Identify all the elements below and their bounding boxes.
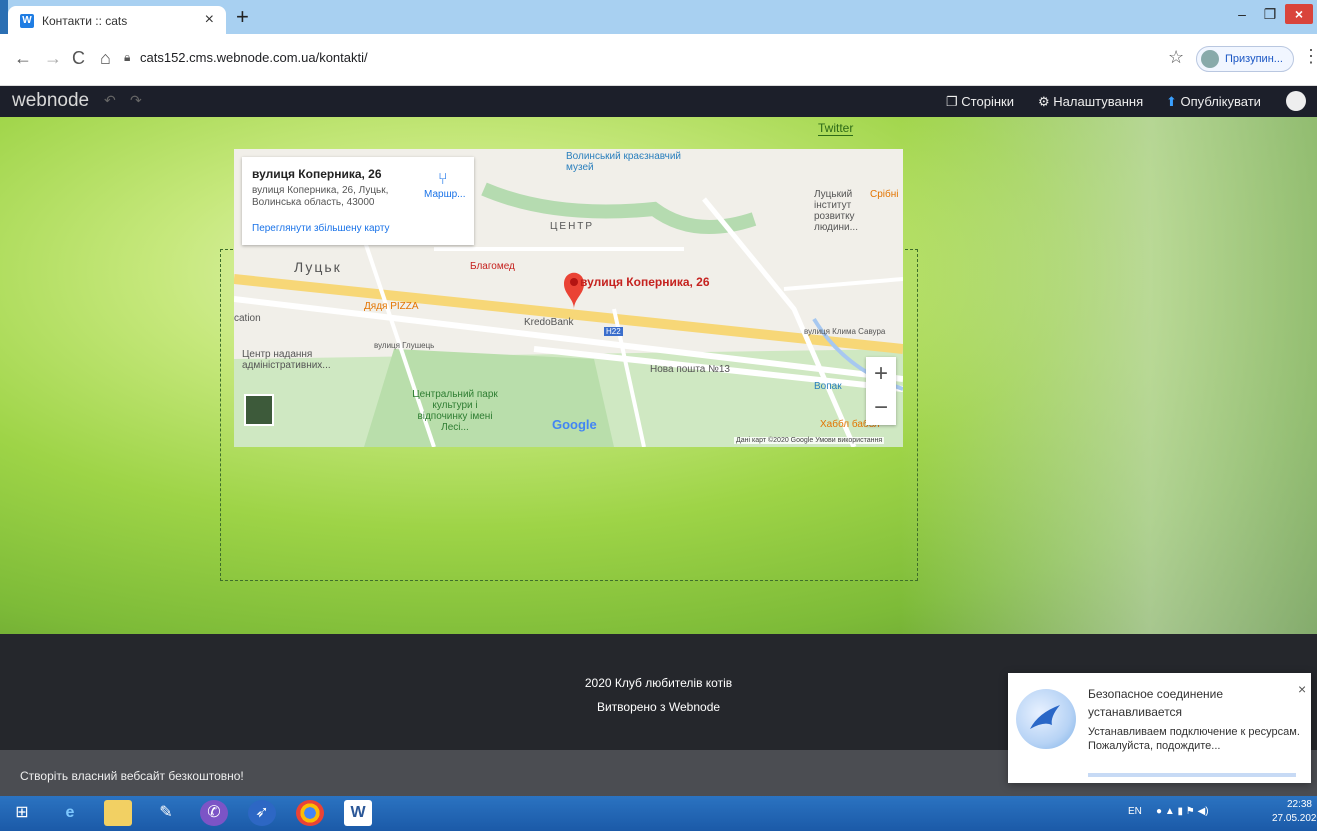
browser-tab[interactable]: W Контакти :: cats × (8, 6, 226, 34)
profile-label: Призупин... (1225, 53, 1283, 65)
gear-icon: ⚙ (1038, 94, 1050, 109)
map-label-park[interactable]: Центральний парк культури і відпочинку і… (410, 389, 500, 433)
notification-title: Безопасное соединение устанавливается (1088, 687, 1224, 719)
language-indicator[interactable]: EN (1128, 806, 1142, 817)
upload-icon: ⬆ (1166, 94, 1177, 109)
system-clock[interactable]: 22:38 27.05.2020 (1272, 798, 1317, 826)
window-minimize-icon[interactable]: – (1229, 4, 1255, 24)
webnode-favicon-icon: W (20, 14, 34, 28)
create-website-link[interactable]: Створіть власний вебсайт безкоштовно! (20, 769, 244, 783)
browser-toolbar: ← → C ⌂ 🔒︎ cats152.cms.webnode.com.ua/ko… (0, 34, 1317, 86)
menu-kebab-icon[interactable]: ⋮ (1302, 46, 1317, 67)
vpn-app-icon (1016, 689, 1076, 749)
map-attribution[interactable]: Дані карт ©2020 Google Умови використанн… (734, 437, 885, 444)
lock-icon[interactable]: 🔒︎ (124, 50, 130, 65)
user-account-icon[interactable] (1286, 91, 1306, 111)
directions-link[interactable]: Маршр... (424, 189, 465, 200)
google-map[interactable]: Волинський краєзнавчий музей ЦЕНТР Луцьк… (234, 149, 903, 447)
tray-icons[interactable]: ● ▲ ▮ ⚑ ◀) (1156, 806, 1209, 817)
map-zoom-control: + − (866, 357, 896, 425)
clock-time: 22:38 (1286, 799, 1312, 810)
webnode-logo[interactable]: webnode (12, 90, 89, 112)
avatar (1201, 50, 1219, 68)
map-label-center: ЦЕНТР (550, 221, 595, 232)
reload-icon[interactable]: C (72, 48, 85, 69)
zoom-in-button[interactable]: + (866, 357, 896, 391)
address-bar[interactable]: cats152.cms.webnode.com.ua/kontakti/ (140, 50, 368, 65)
forward-icon[interactable]: → (44, 48, 62, 69)
notification-progress (1088, 773, 1296, 777)
map-info-card: вулиця Коперника, 26 вулиця Коперника, 2… (242, 157, 474, 245)
view-larger-map-link[interactable]: Переглянути збільшену карту (252, 223, 390, 234)
window-maximize-icon[interactable]: ❐ (1257, 4, 1283, 24)
zoom-out-button[interactable]: − (866, 391, 896, 425)
publish-label: Опублікувати (1180, 94, 1261, 109)
vpn-notification: Безопасное соединение устанавливается Ус… (1008, 673, 1311, 783)
map-label-city: Луцьк (294, 259, 342, 275)
map-label-nova-poshta[interactable]: Нова пошта №13 (650, 364, 730, 375)
settings-label: Налаштування (1053, 94, 1144, 109)
clock-date: 27.05.2020 (1272, 813, 1317, 824)
map-label-museum[interactable]: Волинський краєзнавчий музей (566, 151, 686, 173)
word-icon[interactable]: W (344, 800, 372, 826)
windows-start-icon[interactable]: ⊞ (8, 800, 36, 826)
windows-taskbar: ⊞ e ✎ ✆ ➶ W EN ● ▲ ▮ ⚑ ◀) 22:38 27.05.20… (0, 796, 1317, 831)
home-icon[interactable]: ⌂ (100, 48, 111, 69)
tab-close-icon[interactable]: × (205, 11, 214, 29)
browser-tab-strip: W Контакти :: cats × + – ❐ × (0, 0, 1317, 34)
viber-icon[interactable]: ✆ (200, 800, 228, 826)
map-label-vopak[interactable]: Вопак (814, 381, 842, 392)
map-label-station: cation (234, 313, 261, 324)
back-icon[interactable]: ← (14, 48, 32, 69)
new-tab-icon[interactable]: + (236, 6, 249, 28)
map-label-sribni[interactable]: Срібні (870, 189, 898, 200)
paint-icon[interactable]: ✎ (152, 800, 180, 826)
map-label-kredobank[interactable]: KredoBank (524, 317, 573, 328)
pages-label: Сторінки (961, 94, 1014, 109)
map-label-savura: вулиця Клима Савура (804, 327, 886, 336)
file-explorer-icon[interactable] (104, 800, 132, 826)
redo-icon[interactable]: ↷ (130, 92, 142, 109)
twitter-link[interactable]: Twitter (818, 121, 854, 136)
publish-button[interactable]: ⬆ Опублікувати (1166, 94, 1261, 110)
map-info-address: вулиця Коперника, 26, Луцьк, Волинська о… (252, 185, 389, 208)
internet-explorer-icon[interactable]: e (56, 800, 84, 826)
tab-title: Контакти :: cats (42, 14, 128, 28)
undo-icon[interactable]: ↶ (104, 92, 116, 109)
map-label-admin-center[interactable]: Центр надання адміністративних... (242, 349, 352, 371)
settings-button[interactable]: ⚙ Налаштування (1038, 94, 1143, 110)
map-label-blagomed[interactable]: Благомед (470, 261, 515, 272)
map-pin-label[interactable]: вулиця Коперника, 26 (580, 275, 710, 289)
notification-body: Устанавливаем подключение к ресурсам. По… (1088, 726, 1300, 752)
satellite-toggle[interactable] (244, 394, 274, 426)
notification-close-icon[interactable]: × (1298, 681, 1306, 697)
window-close-icon[interactable]: × (1285, 4, 1313, 24)
map-info-title: вулиця Коперника, 26 (252, 167, 382, 181)
map-label-glushets: вулиця Глушець (374, 341, 435, 350)
vpn-taskbar-icon[interactable]: ➶ (248, 800, 276, 826)
bookmark-star-icon[interactable]: ☆ (1168, 47, 1184, 68)
chrome-icon[interactable] (296, 800, 324, 826)
map-label-pizza[interactable]: Дядя PIZZA (364, 301, 419, 312)
pages-button[interactable]: ❐ Сторінки (946, 94, 1014, 110)
tab-strip-corner (0, 0, 8, 34)
webnode-editor-bar: webnode ↶ ↷ ❐ Сторінки ⚙ Налаштування ⬆ … (0, 86, 1317, 117)
pages-icon: ❐ (946, 94, 958, 109)
profile-button[interactable]: Призупин... (1196, 46, 1294, 72)
directions-icon[interactable]: ⑂ (438, 171, 448, 189)
map-label-h22: H22 (604, 327, 623, 336)
google-logo: Google (552, 417, 597, 432)
